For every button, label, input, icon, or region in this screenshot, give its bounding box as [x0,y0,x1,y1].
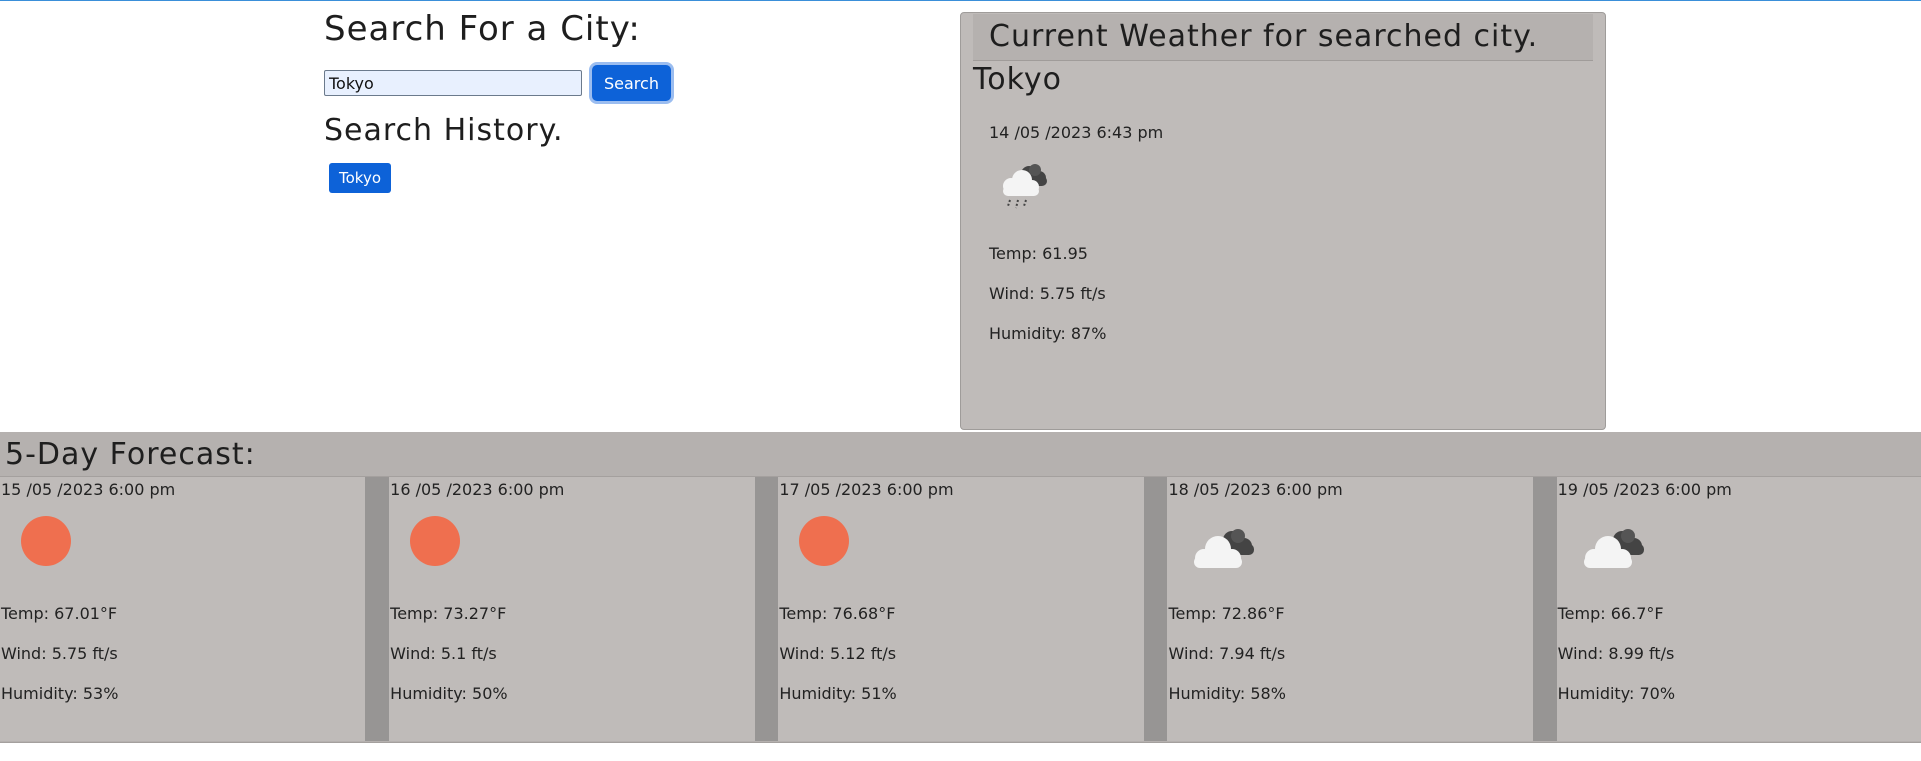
forecast-divider [365,477,390,741]
search-history-list: Tokyo [324,163,744,193]
forecast-temp: Temp: 73.27°F [390,604,507,623]
rain-cloud-icon [989,156,1605,224]
forecast-wind: Wind: 5.1 ft/s [390,644,497,663]
forecast-date: 17 /05 /2023 6:00 pm [779,480,954,499]
current-weather-header: Current Weather for searched city. [973,14,1593,61]
forecast-date: 15 /05 /2023 6:00 pm [1,480,176,499]
sun-icon [21,516,365,584]
forecast-humidity: Humidity: 58% [1168,684,1286,703]
history-item-tokyo[interactable]: Tokyo [329,163,391,193]
forecast-humidity: Humidity: 50% [390,684,508,703]
forecast-divider [1143,477,1168,741]
forecast-heading: 5-Day Forecast: [0,432,1921,477]
forecast-date: 16 /05 /2023 6:00 pm [390,480,565,499]
current-weather-body: 14 /05 /2023 6:43 pm Temp: 61.95 Wind: 5… [961,123,1605,344]
forecast-humidity: Humidity: 70% [1557,684,1676,703]
current-weather-card: Current Weather for searched city. Tokyo… [960,12,1606,430]
current-humidity: Humidity: 87% [989,324,1107,343]
forecast-wind: Wind: 8.99 ft/s [1557,644,1675,663]
forecast-day-card: 19 /05 /2023 6:00 pm Temp: 66.7°F Wind: … [1556,477,1921,741]
forecast-divider [1532,477,1557,741]
forecast-humidity: Humidity: 53% [1,684,119,703]
city-search-input[interactable] [324,70,582,96]
search-button[interactable]: Search [592,65,671,101]
forecast-day-card: 16 /05 /2023 6:00 pm Temp: 73.27°F Wind:… [389,477,755,741]
forecast-temp: Temp: 76.68°F [779,604,896,623]
cloudy-icon [1188,516,1532,584]
forecast-date: 18 /05 /2023 6:00 pm [1168,480,1343,499]
search-heading: Search For a City: [324,9,641,49]
forecast-days: 15 /05 /2023 6:00 pm Temp: 67.01°F Wind:… [0,477,1921,741]
search-history-heading: Search History. [324,113,564,148]
current-temp: Temp: 61.95 [989,244,1088,263]
forecast-humidity: Humidity: 51% [779,684,897,703]
forecast-day-card: 17 /05 /2023 6:00 pm Temp: 76.68°F Wind:… [778,477,1144,741]
sun-icon [410,516,754,584]
forecast-temp: Temp: 66.7°F [1557,604,1664,623]
forecast-section: 5-Day Forecast: 15 /05 /2023 6:00 pm Tem… [0,432,1921,743]
current-wind: Wind: 5.75 ft/s [989,284,1106,303]
search-panel: Search For a City: Search Search History… [324,9,744,193]
current-weather-heading: Current Weather for searched city. [989,19,1539,54]
search-row: Search [324,65,744,101]
forecast-wind: Wind: 5.75 ft/s [1,644,118,663]
forecast-date: 19 /05 /2023 6:00 pm [1557,480,1732,499]
current-city-name: Tokyo [973,62,1062,97]
forecast-wind: Wind: 5.12 ft/s [779,644,897,663]
current-date: 14 /05 /2023 6:43 pm [989,123,1164,142]
forecast-day-card: 18 /05 /2023 6:00 pm Temp: 72.86°F Wind:… [1167,477,1533,741]
forecast-temp: Temp: 72.86°F [1168,604,1285,623]
forecast-wind: Wind: 7.94 ft/s [1168,644,1286,663]
sun-icon [799,516,1143,584]
forecast-day-card: 15 /05 /2023 6:00 pm Temp: 67.01°F Wind:… [0,477,366,741]
forecast-temp: Temp: 67.01°F [1,604,118,623]
forecast-divider [754,477,779,741]
cloudy-icon [1578,516,1921,584]
